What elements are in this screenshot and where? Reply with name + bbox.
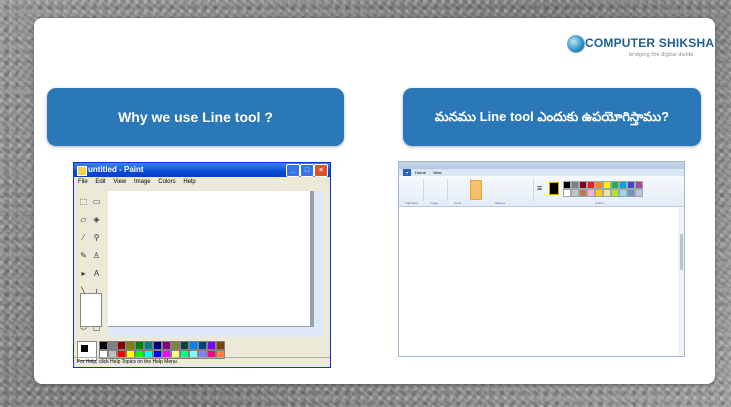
xp-horizontal-scrollbar[interactable] [108, 327, 324, 337]
xp-vertical-scrollbar[interactable] [314, 191, 324, 337]
color-swatch[interactable] [595, 189, 603, 197]
question-telugu: మనము Line tool ఎందుకు ఉపయోగిస్తాము? [403, 88, 701, 146]
win7-drawing-canvas[interactable] [399, 207, 679, 356]
clipboard-group[interactable] [401, 179, 424, 201]
color-swatch[interactable] [611, 181, 619, 189]
palette-swatch[interactable] [135, 341, 144, 350]
color-swatch[interactable] [611, 189, 619, 197]
tools-group[interactable] [449, 179, 472, 201]
logo-brand: COMPUTER SHIKSHA [585, 36, 715, 50]
color-swatch[interactable] [619, 189, 627, 197]
shapes-group[interactable] [473, 179, 534, 201]
win7-vertical-scrollbar[interactable] [678, 207, 684, 356]
minimize-icon[interactable]: _ [286, 164, 300, 177]
palette-swatch[interactable] [126, 341, 135, 350]
win7-title-bar [399, 162, 684, 169]
airbrush-icon[interactable]: ▸ [78, 268, 89, 279]
group-clipboard-label: Clipboard [405, 201, 418, 205]
color-swatch[interactable] [635, 189, 643, 197]
palette-swatch[interactable] [207, 341, 216, 350]
text-icon[interactable]: A [91, 268, 102, 279]
brush-icon[interactable]: ♙ [91, 250, 102, 261]
color-swatch[interactable] [603, 189, 611, 197]
color-swatch[interactable] [627, 181, 635, 189]
menu-help[interactable]: Help [183, 179, 195, 185]
palette-swatch[interactable] [108, 341, 117, 350]
color-swatch[interactable] [579, 181, 587, 189]
color-swatch[interactable] [587, 181, 595, 189]
logo-tagline: bridging the digital divide [629, 52, 694, 58]
color-swatch[interactable] [603, 181, 611, 189]
palette-swatch[interactable] [189, 341, 198, 350]
menu-view[interactable]: View [113, 179, 126, 185]
color-swatch[interactable] [579, 189, 587, 197]
color-swatch[interactable] [619, 181, 627, 189]
color-swatch[interactable] [627, 189, 635, 197]
color1-icon[interactable] [549, 182, 559, 195]
group-colors-label: Colors [595, 201, 604, 205]
pencil-icon[interactable]: ✎ [78, 250, 89, 261]
xp-status-bar: For Help, click Help Topics on the Help … [74, 357, 330, 367]
close-icon[interactable]: × [314, 164, 328, 177]
color-swatch[interactable] [595, 181, 603, 189]
free-select-icon[interactable]: ⬚ [78, 196, 89, 207]
question-english: Why we use Line tool ? [47, 88, 344, 146]
maximize-icon[interactable]: □ [300, 164, 314, 177]
color-swatch[interactable] [635, 181, 643, 189]
win7-paint-window: ▾ Home View Clipboard Image Tools Shapes… [398, 161, 685, 357]
xp-drawing-canvas[interactable] [108, 191, 310, 326]
image-group[interactable] [425, 179, 448, 201]
size-icon[interactable]: ≡ [537, 182, 545, 194]
computer-shiksha-logo: COMPUTER SHIKSHA bridging the digital di… [567, 34, 714, 62]
color-swatch[interactable] [563, 189, 571, 197]
magnifier-icon[interactable]: ⚲ [91, 232, 102, 243]
tool-options-box[interactable] [80, 293, 102, 327]
rect-select-icon[interactable]: ▭ [91, 196, 102, 207]
tab-home[interactable]: Home [412, 169, 429, 176]
file-tab[interactable]: ▾ [403, 169, 412, 176]
win7-scroll-thumb[interactable] [680, 234, 683, 270]
fill-icon[interactable]: ◈ [91, 214, 102, 225]
color-swatch[interactable] [571, 189, 579, 197]
palette-swatch[interactable] [180, 341, 189, 350]
win7-ribbon-tabs: ▾ Home View [399, 169, 684, 176]
menu-image[interactable]: Image [134, 179, 151, 185]
xp-menu-bar: File Edit View Image Colors Help [74, 177, 330, 187]
tab-view[interactable]: View [430, 169, 445, 176]
palette-swatch[interactable] [216, 341, 225, 350]
palette-swatch[interactable] [171, 341, 180, 350]
xp-canvas-area [108, 191, 324, 337]
color-swatch[interactable] [563, 181, 571, 189]
color-picker-icon[interactable]: ⁄ [78, 232, 89, 243]
color-swatch[interactable] [571, 181, 579, 189]
color-swatch[interactable] [587, 189, 595, 197]
palette-swatch[interactable] [117, 341, 126, 350]
shapes-selected-icon[interactable] [470, 180, 482, 200]
group-tools-label: Tools [454, 201, 462, 205]
xp-paint-window: untitled - Paint _ □ × File Edit View Im… [73, 162, 331, 368]
palette-swatch[interactable] [144, 341, 153, 350]
globe-icon [567, 35, 585, 53]
group-image-label: Image [430, 201, 439, 205]
menu-file[interactable]: File [78, 179, 88, 185]
palette-swatch[interactable] [153, 341, 162, 350]
group-shapes-label: Shapes [495, 201, 506, 205]
eraser-icon[interactable]: ▱ [78, 214, 89, 225]
palette-swatch[interactable] [198, 341, 207, 350]
paint-app-icon [77, 166, 87, 176]
menu-edit[interactable]: Edit [95, 179, 105, 185]
win7-ribbon: Clipboard Image Tools Shapes ≡ Colors [399, 176, 684, 207]
palette-swatch[interactable] [162, 341, 171, 350]
menu-colors[interactable]: Colors [158, 179, 175, 185]
palette-swatch[interactable] [99, 341, 108, 350]
xp-window-title: untitled - Paint [88, 165, 144, 174]
xp-title-bar: untitled - Paint _ □ × [74, 163, 330, 177]
